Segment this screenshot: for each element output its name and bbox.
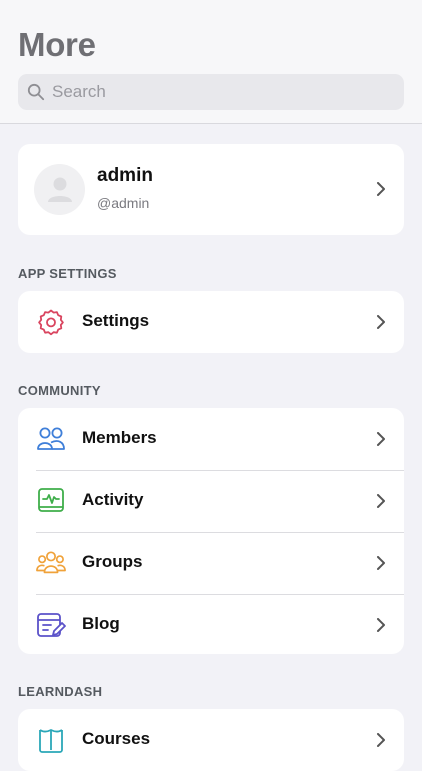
chevron-right-icon — [377, 556, 385, 570]
chevron-right-icon — [377, 182, 385, 196]
page-title: More — [18, 26, 96, 63]
chevron-right-icon — [377, 733, 385, 747]
menu-item-label: Groups — [82, 552, 143, 571]
menu-item-blog[interactable]: Blog — [18, 594, 404, 654]
menu-item-label: Members — [82, 428, 157, 447]
profile-name: admin — [97, 165, 153, 186]
groups-icon — [36, 548, 66, 578]
courses-icon — [36, 725, 66, 755]
header: More — [0, 0, 422, 124]
menu-item-members[interactable]: Members — [18, 408, 404, 470]
section-label-app-settings: APP SETTINGS — [18, 266, 117, 281]
search-input[interactable] — [52, 82, 352, 102]
chevron-right-icon — [377, 494, 385, 508]
chevron-right-icon — [377, 618, 385, 632]
menu-item-label: Blog — [82, 614, 120, 633]
activity-icon — [36, 486, 66, 516]
avatar — [34, 164, 85, 215]
menu-item-courses[interactable]: Courses — [18, 709, 404, 771]
menu-item-activity[interactable]: Activity — [18, 470, 404, 532]
gear-icon — [36, 307, 66, 337]
search-icon — [27, 83, 45, 101]
menu-item-groups[interactable]: Groups — [18, 532, 404, 594]
menu-item-label: Settings — [82, 311, 150, 330]
app-settings-card: Settings — [18, 291, 404, 353]
profile-card[interactable]: admin @admin — [18, 144, 404, 235]
learndash-card: Courses — [18, 709, 404, 771]
user-icon — [47, 177, 72, 202]
chevron-right-icon — [377, 315, 385, 329]
section-label-community: COMMUNITY — [18, 383, 101, 398]
menu-item-settings[interactable]: Settings — [18, 291, 404, 353]
chevron-right-icon — [377, 432, 385, 446]
profile-handle: @admin — [97, 195, 150, 211]
members-icon — [36, 424, 66, 454]
search-bar[interactable] — [18, 74, 404, 110]
menu-item-label: Activity — [82, 490, 144, 509]
section-label-learndash: LEARNDASH — [18, 684, 103, 699]
community-card: Members Activity Groups Blog — [18, 408, 404, 654]
blog-icon — [36, 610, 66, 640]
menu-item-label: Courses — [82, 729, 151, 748]
